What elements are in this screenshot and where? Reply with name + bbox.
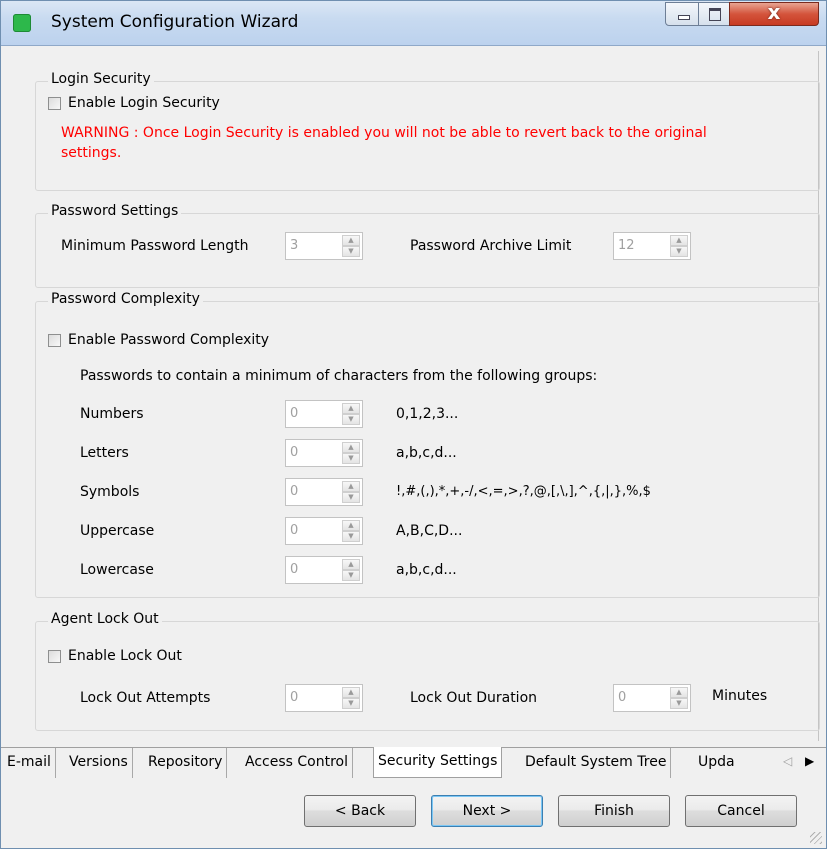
- lowercase-label: Lowercase: [80, 562, 154, 578]
- letters-label: Letters: [80, 445, 129, 461]
- symbols-spinner[interactable]: 0 ▲ ▼: [285, 478, 363, 506]
- spin-down-icon[interactable]: ▼: [342, 453, 360, 464]
- symbols-value: 0: [290, 484, 299, 499]
- lockout-duration-value: 0: [618, 690, 627, 705]
- tab-repository[interactable]: Repository: [144, 748, 228, 778]
- checkbox-box[interactable]: [48, 333, 61, 347]
- close-icon: x: [767, 0, 781, 24]
- wizard-tab-strip: E-mail Versions Repository Access Contro…: [1, 747, 826, 778]
- wizard-footer: < Back Next > Finish Cancel: [1, 778, 826, 848]
- back-button[interactable]: < Back: [304, 795, 416, 827]
- spin-down-icon[interactable]: ▼: [342, 698, 360, 709]
- password-archive-limit-value: 12: [618, 238, 635, 253]
- lockout-attempts-value: 0: [290, 690, 299, 705]
- numbers-example: 0,1,2,3...: [396, 406, 459, 422]
- uppercase-value: 0: [290, 523, 299, 538]
- lockout-duration-label: Lock Out Duration: [410, 690, 538, 706]
- spin-down-icon[interactable]: ▼: [342, 414, 360, 425]
- numbers-value: 0: [290, 406, 299, 421]
- uppercase-example: A,B,C,D...: [396, 523, 463, 539]
- numbers-spinner[interactable]: 0 ▲ ▼: [285, 400, 363, 428]
- spin-up-icon[interactable]: ▲: [342, 235, 360, 246]
- enable-lockout-checkbox[interactable]: Enable Lock Out: [48, 648, 182, 664]
- tab-scroll-left-icon[interactable]: ◁: [783, 754, 792, 768]
- password-settings-title: Password Settings: [48, 203, 182, 219]
- min-password-length-value: 3: [290, 238, 299, 253]
- tab-versions[interactable]: Versions: [65, 748, 133, 778]
- login-security-warning: WARNING : Once Login Security is enabled…: [61, 125, 707, 161]
- spin-down-icon[interactable]: ▼: [342, 570, 360, 581]
- lockout-attempts-label: Lock Out Attempts: [80, 690, 211, 706]
- symbols-example: !,#,(,),*,+,-/,<,=,>,?,@,[,\,],^,{,|,},%…: [396, 484, 651, 499]
- password-archive-limit-label: Password Archive Limit: [410, 238, 572, 254]
- password-complexity-group: Password Complexity Enable Password Comp…: [35, 291, 820, 598]
- min-password-length-spinner[interactable]: 3 ▲ ▼: [285, 232, 363, 260]
- window-title: System Configuration Wizard: [51, 12, 299, 32]
- spin-down-icon[interactable]: ▼: [342, 246, 360, 257]
- wizard-window: System Configuration Wizard x Login Secu…: [0, 0, 827, 849]
- password-archive-limit-spinner[interactable]: 12 ▲ ▼: [613, 232, 691, 260]
- tab-access-control[interactable]: Access Control: [241, 748, 353, 778]
- lowercase-example: a,b,c,d...: [396, 562, 457, 578]
- lockout-attempts-spinner[interactable]: 0 ▲ ▼: [285, 684, 363, 712]
- enable-login-security-label: Enable Login Security: [68, 95, 220, 111]
- lowercase-value: 0: [290, 562, 299, 577]
- title-bar: System Configuration Wizard x: [1, 0, 826, 46]
- tab-email[interactable]: E-mail: [3, 748, 56, 778]
- maximize-button[interactable]: [698, 2, 730, 26]
- password-complexity-title: Password Complexity: [48, 291, 203, 307]
- lockout-duration-spinner[interactable]: 0 ▲ ▼: [613, 684, 691, 712]
- complexity-description: Passwords to contain a minimum of charac…: [80, 368, 598, 384]
- minimize-button[interactable]: [665, 2, 699, 26]
- checkbox-box[interactable]: [48, 96, 61, 110]
- uppercase-label: Uppercase: [80, 523, 155, 539]
- spin-up-icon[interactable]: ▲: [342, 403, 360, 414]
- enable-lockout-label: Enable Lock Out: [68, 648, 182, 664]
- spin-up-icon[interactable]: ▲: [670, 687, 688, 698]
- password-settings-group: Password Settings Minimum Password Lengt…: [35, 203, 820, 288]
- spin-up-icon[interactable]: ▲: [342, 687, 360, 698]
- spin-up-icon[interactable]: ▲: [670, 235, 688, 246]
- close-button[interactable]: x: [729, 0, 819, 26]
- checkbox-box[interactable]: [48, 649, 61, 663]
- next-button[interactable]: Next >: [431, 795, 543, 827]
- resize-grip[interactable]: [810, 832, 822, 844]
- login-security-group: Login Security Enable Login Security WAR…: [35, 71, 820, 191]
- finish-button[interactable]: Finish: [558, 795, 670, 827]
- minimize-icon: [678, 15, 690, 20]
- spin-down-icon[interactable]: ▼: [670, 698, 688, 709]
- spin-down-icon[interactable]: ▼: [670, 246, 688, 257]
- tab-default-system-tree[interactable]: Default System Tree: [521, 748, 672, 778]
- spin-down-icon[interactable]: ▼: [342, 492, 360, 503]
- agent-lockout-group: Agent Lock Out Enable Lock Out Lock Out …: [35, 611, 820, 731]
- spin-up-icon[interactable]: ▲: [342, 442, 360, 453]
- cancel-button[interactable]: Cancel: [685, 795, 797, 827]
- maximize-icon: [709, 8, 721, 21]
- enable-login-security-checkbox[interactable]: Enable Login Security: [48, 95, 220, 111]
- login-security-title: Login Security: [48, 71, 154, 87]
- security-settings-panel: Login Security Enable Login Security WAR…: [10, 51, 820, 741]
- letters-spinner[interactable]: 0 ▲ ▼: [285, 439, 363, 467]
- tab-scroll-right-icon[interactable]: ▶: [805, 754, 814, 768]
- lockout-duration-unit: Minutes: [712, 688, 768, 704]
- agent-lockout-title: Agent Lock Out: [48, 611, 162, 627]
- spin-down-icon[interactable]: ▼: [342, 531, 360, 542]
- spin-up-icon[interactable]: ▲: [342, 481, 360, 492]
- spin-up-icon[interactable]: ▲: [342, 520, 360, 531]
- symbols-label: Symbols: [80, 484, 140, 500]
- letters-example: a,b,c,d...: [396, 445, 457, 461]
- numbers-label: Numbers: [80, 406, 144, 422]
- enable-password-complexity-checkbox[interactable]: Enable Password Complexity: [48, 332, 269, 348]
- app-icon: [13, 14, 31, 32]
- letters-value: 0: [290, 445, 299, 460]
- spin-up-icon[interactable]: ▲: [342, 559, 360, 570]
- tab-updates[interactable]: Upda: [694, 748, 739, 778]
- uppercase-spinner[interactable]: 0 ▲ ▼: [285, 517, 363, 545]
- lowercase-spinner[interactable]: 0 ▲ ▼: [285, 556, 363, 584]
- enable-password-complexity-label: Enable Password Complexity: [68, 332, 270, 348]
- tab-security-settings[interactable]: Security Settings: [373, 747, 503, 778]
- min-password-length-label: Minimum Password Length: [61, 238, 249, 254]
